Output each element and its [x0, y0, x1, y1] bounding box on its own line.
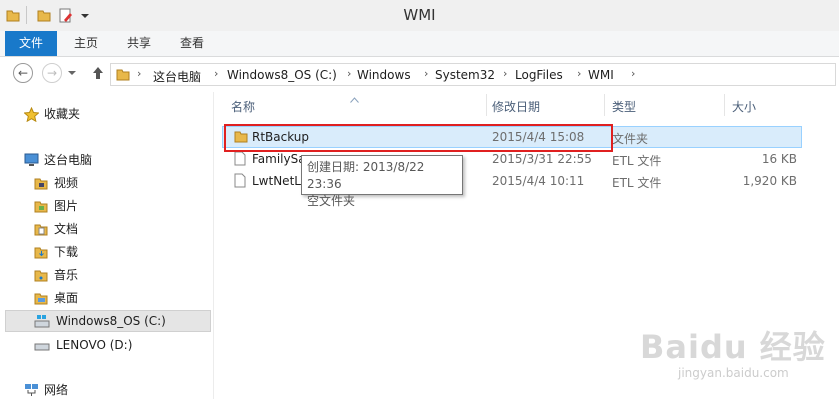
title-bar: WMI [0, 0, 839, 31]
breadcrumb-c-drive[interactable]: Windows8_OS (C:) [227, 68, 337, 82]
forward-button[interactable]: → [42, 63, 62, 83]
navigation-pane: 收藏夹 这台电脑 视频 图片 文档 下载 音乐 桌面 Windows8_OS (… [0, 92, 214, 399]
chevron-right-icon[interactable]: › [424, 67, 428, 80]
column-header-size[interactable]: 大小 [732, 98, 756, 115]
up-arrow-icon[interactable] [92, 66, 104, 83]
sort-ascending-icon [350, 92, 359, 106]
file-type: 文件夹 [612, 132, 649, 146]
tooltip-created-date: 创建日期: 2013/8/22 23:36 [307, 160, 425, 191]
column-header-name[interactable]: 名称 [231, 98, 255, 115]
back-button[interactable]: ← [13, 63, 33, 83]
tooltip-folder-status: 空文件夹 [307, 194, 356, 208]
computer-icon [24, 153, 39, 173]
breadcrumb-system32[interactable]: System32 [435, 68, 495, 82]
window-title: WMI [403, 6, 436, 24]
file-icon [234, 151, 246, 169]
ribbon-tabs: 文件 主页 共享 查看 [0, 31, 839, 57]
file-date: 2015/4/4 10:11 [492, 174, 585, 188]
file-type: ETL 文件 [612, 176, 662, 190]
file-size: 16 KB [761, 152, 797, 166]
pictures-folder-icon [34, 199, 48, 219]
chevron-right-icon[interactable]: › [503, 67, 507, 80]
file-name: FamilySa [252, 152, 306, 166]
tab-share[interactable]: 共享 [117, 31, 161, 56]
documents-folder-icon [34, 222, 48, 242]
downloads-folder-icon [34, 245, 48, 265]
windows-drive-icon [34, 314, 50, 335]
breadcrumb-this-pc[interactable]: 这台电脑 [153, 68, 201, 85]
network-icon [24, 383, 39, 403]
file-name: LwtNetLo [252, 174, 309, 188]
watermark: Baidu 经验 jingyan.baidu.com [640, 322, 835, 392]
file-type: ETL 文件 [612, 154, 662, 168]
breadcrumb-wmi[interactable]: WMI [588, 68, 614, 82]
watermark-brand: Baidu 经验 [640, 328, 826, 366]
watermark-url: jingyan.baidu.com [678, 366, 789, 380]
breadcrumb-logfiles[interactable]: LogFiles [515, 68, 563, 82]
folder-icon [116, 67, 130, 84]
chevron-right-icon[interactable]: › [137, 67, 141, 80]
chevron-right-icon[interactable]: › [631, 67, 635, 80]
annotation-highlight-box [224, 124, 613, 152]
chevron-right-icon[interactable]: › [577, 67, 581, 80]
tooltip: 创建日期: 2013/8/22 23:36 空文件夹 [301, 155, 463, 208]
column-divider[interactable] [486, 94, 487, 116]
address-row: ← → › 这台电脑 › Windows8_OS (C:) › Windows … [0, 57, 839, 91]
column-header-type[interactable]: 类型 [612, 98, 636, 115]
chevron-right-icon[interactable]: › [347, 67, 351, 80]
tab-home[interactable]: 主页 [64, 31, 108, 56]
chevron-right-icon[interactable]: › [214, 67, 218, 80]
column-header-date[interactable]: 修改日期 [492, 98, 540, 115]
column-divider[interactable] [604, 94, 605, 116]
file-size: 1,920 KB [742, 174, 797, 188]
desktop-folder-icon [34, 291, 48, 311]
breadcrumb-windows[interactable]: Windows [357, 68, 411, 82]
drive-icon [34, 338, 50, 358]
star-icon [23, 106, 40, 128]
video-folder-icon [34, 176, 48, 196]
chevron-down-icon[interactable] [67, 67, 77, 81]
music-folder-icon [34, 268, 48, 288]
column-divider[interactable] [724, 94, 725, 116]
tab-file[interactable]: 文件 [5, 31, 57, 56]
file-date: 2015/3/31 22:55 [492, 152, 592, 166]
address-bar[interactable]: › 这台电脑 › Windows8_OS (C:) › Windows › Sy… [110, 63, 836, 86]
file-icon [234, 173, 246, 191]
tab-view[interactable]: 查看 [170, 31, 214, 56]
